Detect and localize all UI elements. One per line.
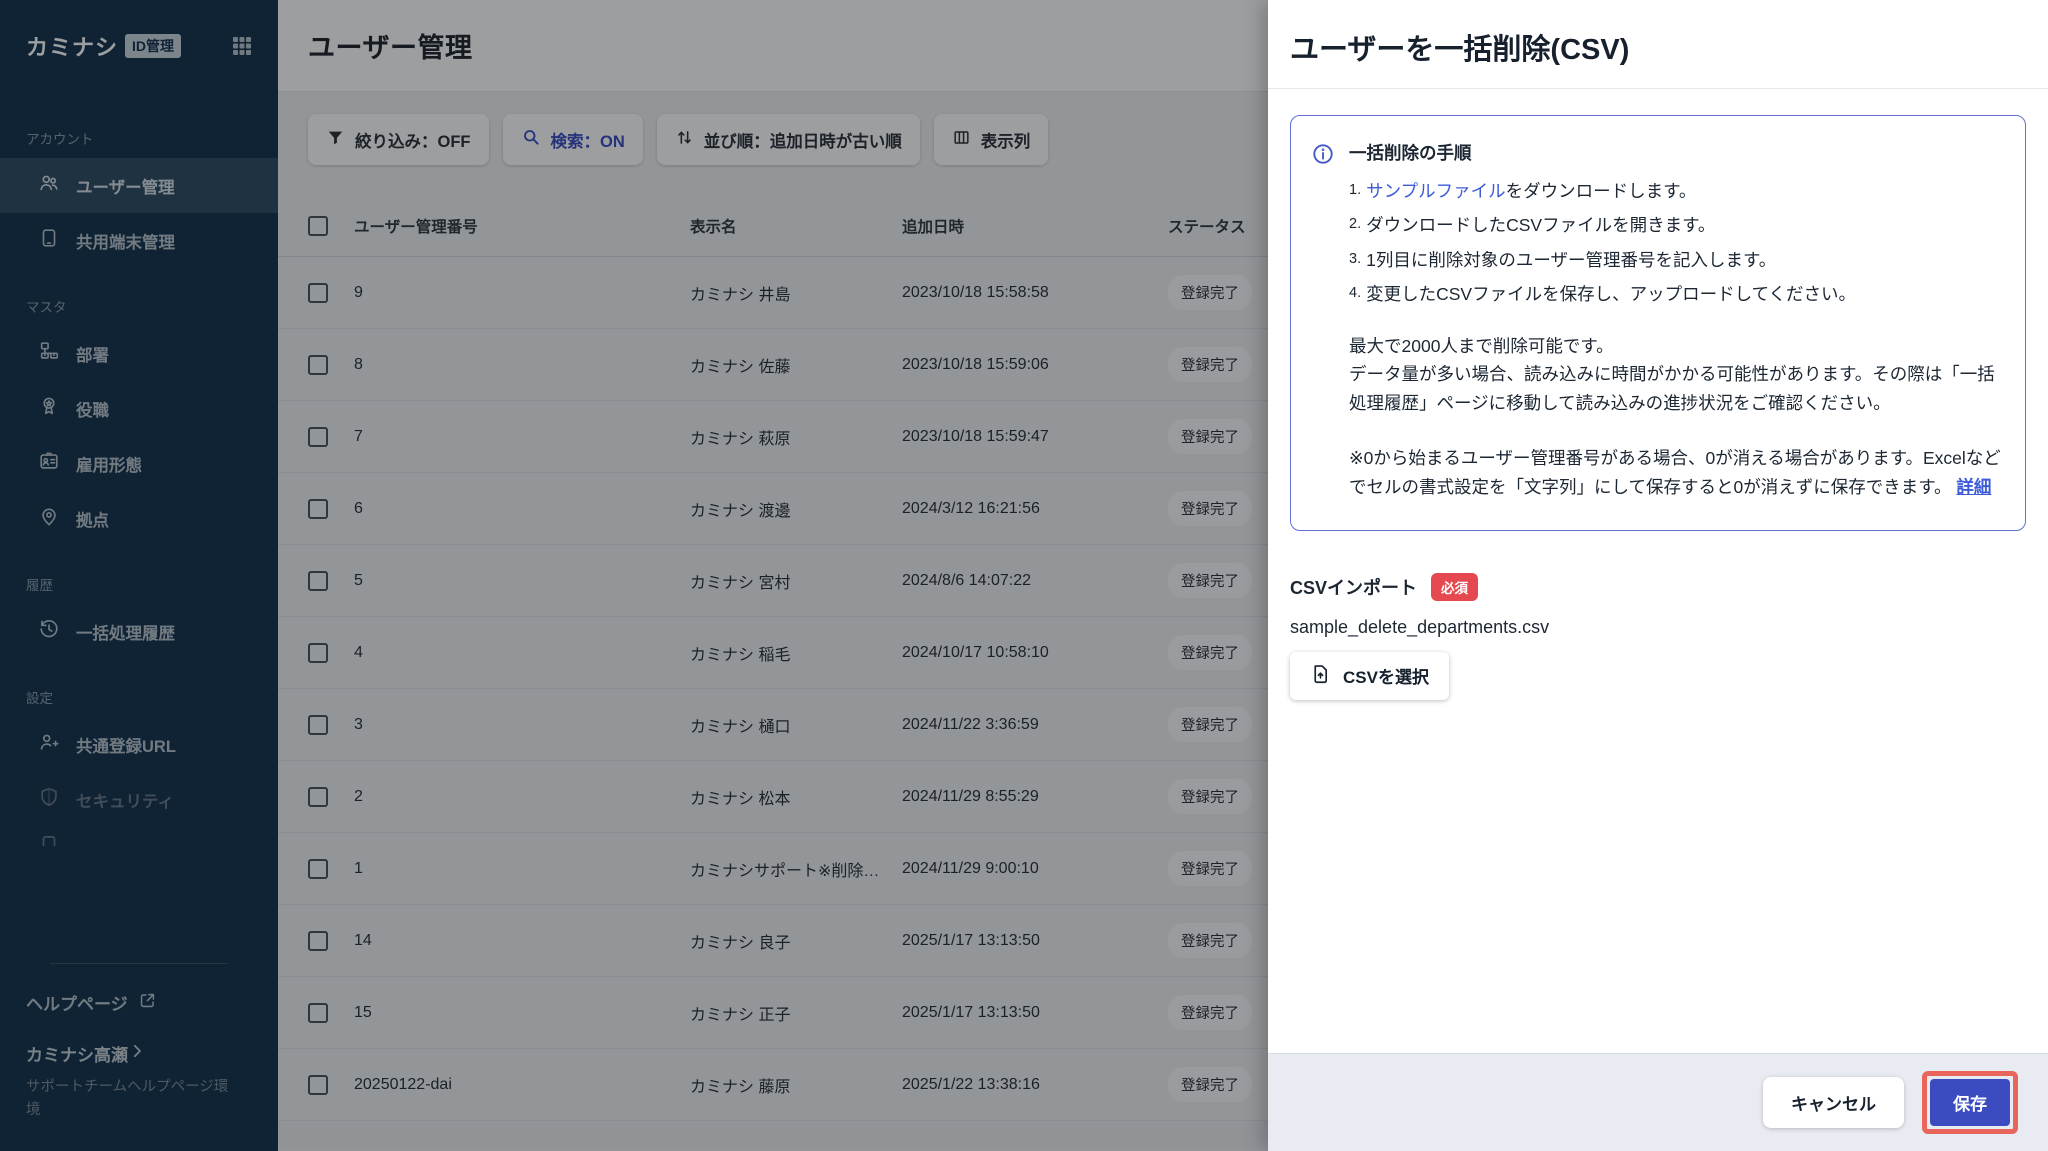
drawer-header: ユーザーを一括削除(CSV) [1268,0,2048,88]
note-leading-zero: ※0から始まるユーザー管理番号がある場合、0が消える場合があります。Excelな… [1349,444,2001,502]
bulk-delete-drawer: ユーザーを一括削除(CSV) 一括削除の手順 サンプルファイルをダウンロードしま… [1268,0,2048,1151]
note-capacity: 最大で2000人まで削除可能です。 データ量が多い場合、読み込みに時間がかかる可… [1349,332,2001,419]
csv-import-label: CSVインポート [1290,574,1417,600]
required-badge: 必須 [1431,573,1478,601]
instructions-heading: 一括削除の手順 [1349,140,2001,165]
step-item: 1列目に削除対象のユーザー管理番号を記入します。 [1349,248,2001,273]
step-text: 1列目に削除対象のユーザー管理番号を記入します。 [1366,250,1776,270]
cancel-button[interactable]: キャンセル [1763,1077,1904,1128]
drawer-title: ユーザーを一括削除(CSV) [1290,26,2026,68]
drawer-body: 一括削除の手順 サンプルファイルをダウンロードします。 ダウンロードしたCSVフ… [1268,89,2048,1053]
note-text: ※0から始まるユーザー管理番号がある場合、0が消える場合があります。Excelな… [1349,448,2001,497]
csv-select-button[interactable]: CSVを選択 [1290,652,1449,700]
drawer-footer: キャンセル 保存 [1268,1053,2048,1151]
details-link[interactable]: 詳細 [1956,477,1991,497]
csv-select-label: CSVを選択 [1343,663,1429,688]
note-line: 最大で2000人まで削除可能です。 [1349,332,2001,361]
note-line: データ量が多い場合、読み込みに時間がかかる可能性があります。その際は「一括処理履… [1349,360,2001,418]
file-upload-icon [1310,663,1331,689]
app-window: カミナシ ID管理 アカウント ユーザー管理 [0,0,2048,1151]
instructions-steps: サンプルファイルをダウンロードします。 ダウンロードしたCSVファイルを開きます… [1349,179,2001,308]
save-button-highlight: 保存 [1922,1071,2018,1134]
step-text: をダウンロードします。 [1506,181,1697,201]
step-item: ダウンロードしたCSVファイルを開きます。 [1349,213,2001,238]
step-item: サンプルファイルをダウンロードします。 [1349,179,2001,204]
instructions-box: 一括削除の手順 サンプルファイルをダウンロードします。 ダウンロードしたCSVフ… [1290,115,2026,531]
step-item: 変更したCSVファイルを保存し、アップロードしてください。 [1349,282,2001,307]
step-text: 変更したCSVファイルを保存し、アップロードしてください。 [1366,284,1856,304]
csv-filename: sample_delete_departments.csv [1290,617,2026,638]
save-button[interactable]: 保存 [1930,1079,2010,1126]
modal-backdrop[interactable] [0,0,1268,1151]
info-icon [1311,142,1335,502]
csv-import-row: CSVインポート 必須 [1290,573,2026,601]
step-text: ダウンロードしたCSVファイルを開きます。 [1366,215,1715,235]
sample-file-link[interactable]: サンプルファイル [1366,181,1505,201]
